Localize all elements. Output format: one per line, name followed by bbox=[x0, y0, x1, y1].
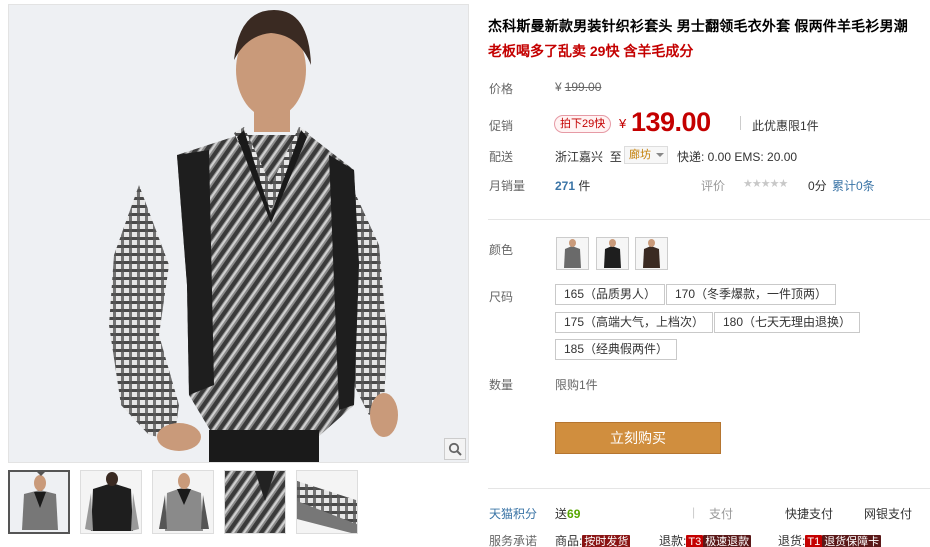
original-price-value: 199.00 bbox=[564, 80, 602, 94]
monthly-sales-label: 月销量 bbox=[489, 179, 526, 193]
tmall-points-label[interactable]: 天猫积分 bbox=[489, 505, 537, 522]
shipping-fee: 快递: 0.00 EMS: 20.00 bbox=[677, 150, 798, 164]
divider bbox=[740, 116, 741, 130]
size-option-170[interactable]: 170（冬季爆款，一件顶两） bbox=[666, 284, 837, 305]
divider bbox=[488, 488, 930, 489]
ship-to-select[interactable]: 廊坊 bbox=[624, 146, 668, 164]
points-prefix: 送 bbox=[555, 507, 568, 521]
product-subtitle: 老板喝多了乱卖 29快 含羊毛成分 bbox=[488, 43, 694, 59]
shipping-label: 配送 bbox=[489, 150, 514, 164]
service-ontime-shipping[interactable]: 商品: 按时发货 bbox=[555, 532, 631, 547]
promo-price: 139.00 bbox=[631, 107, 711, 137]
service-return-guarantee[interactable]: 退货: T1 退货保障卡 bbox=[778, 532, 882, 547]
color-option-grey[interactable] bbox=[556, 237, 589, 270]
currency-symbol: ¥ bbox=[555, 80, 562, 94]
product-title: 杰科斯曼新款男装针织衫套头 男士翻领毛衣外套 假两件羊毛衫男潮 bbox=[488, 18, 908, 34]
service-fast-refund[interactable]: 退款: T3 极速退款 bbox=[659, 532, 752, 547]
thumbnail-back-view[interactable] bbox=[80, 470, 142, 534]
thumbnail-fabric-detail[interactable] bbox=[224, 470, 286, 534]
magnifier-icon bbox=[448, 442, 462, 456]
tmall-points: 送69 bbox=[555, 505, 580, 522]
service-badge: 极速退款 bbox=[703, 535, 752, 547]
product-gallery bbox=[8, 4, 469, 544]
product-info: 杰科斯曼新款男装针织衫套头 男士翻领毛衣外套 假两件羊毛衫男潮 老板喝多了乱卖 … bbox=[488, 0, 930, 547]
color-option-black[interactable] bbox=[596, 237, 629, 270]
monthly-sales: 271 件 bbox=[555, 177, 590, 194]
rating-stars: ★★★★★ bbox=[743, 178, 788, 190]
rating-score: 0分 bbox=[808, 179, 827, 193]
price-label: 价格 bbox=[489, 82, 514, 96]
service-prefix: 退货: bbox=[778, 534, 806, 547]
ship-from: 浙江嘉兴 至 bbox=[555, 148, 622, 165]
rating-label: 评价 bbox=[701, 179, 726, 193]
size-option-175[interactable]: 175（高端大气，上档次） bbox=[555, 312, 714, 333]
promo-tag: 拍下29快 bbox=[554, 115, 612, 133]
ship-to-word: 至 bbox=[609, 150, 622, 164]
service-code: T3 bbox=[686, 535, 704, 547]
quick-pay: 快捷支付 bbox=[785, 507, 834, 521]
service-label: 服务承诺 bbox=[489, 534, 538, 547]
quantity-label: 数量 bbox=[489, 378, 514, 392]
zoom-button[interactable] bbox=[444, 438, 466, 460]
service-badge: 退货保障卡 bbox=[822, 535, 882, 547]
sales-count: 271 bbox=[555, 179, 576, 193]
review-count-link[interactable]: 累计0条 bbox=[832, 177, 875, 194]
size-option-165[interactable]: 165（品质男人） bbox=[555, 284, 666, 305]
service-prefix: 商品: bbox=[555, 534, 583, 547]
thumbnail-front-view[interactable] bbox=[8, 470, 70, 534]
service-prefix: 退款: bbox=[659, 534, 687, 547]
quantity-limit: 限购1件 bbox=[555, 378, 598, 392]
size-label: 尺码 bbox=[489, 290, 514, 304]
size-option-185[interactable]: 185（经典假两件） bbox=[555, 339, 678, 360]
original-price: ¥199.00 bbox=[555, 80, 601, 94]
divider: | bbox=[692, 505, 696, 519]
divider bbox=[488, 219, 930, 220]
color-option-brown[interactable] bbox=[635, 237, 668, 270]
ship-to-city: 廊坊 bbox=[629, 149, 651, 161]
size-option-180[interactable]: 180（七天无理由退换） bbox=[714, 312, 861, 333]
ship-from-city: 浙江嘉兴 bbox=[555, 150, 604, 164]
model-illustration bbox=[9, 5, 468, 462]
promo-limit: 此优惠限1件 bbox=[752, 119, 819, 133]
product-main-image[interactable] bbox=[8, 4, 469, 463]
service-code: T1 bbox=[805, 535, 823, 547]
payment-label: 支付 bbox=[709, 507, 734, 521]
color-label: 颜色 bbox=[489, 243, 514, 257]
service-badge: 按时发货 bbox=[582, 535, 631, 547]
thumbnail-strip bbox=[8, 470, 358, 534]
thumbnail-cuff-detail[interactable] bbox=[296, 470, 358, 534]
chevron-down-icon bbox=[656, 153, 664, 161]
promo-label: 促销 bbox=[489, 119, 514, 133]
sales-unit: 件 bbox=[578, 179, 591, 193]
thumbnail-side-view[interactable] bbox=[152, 470, 214, 534]
points-value: 69 bbox=[567, 507, 581, 521]
buy-now-button[interactable]: 立刻购买 bbox=[555, 422, 721, 454]
promo-currency: ¥ bbox=[619, 116, 627, 131]
bank-pay: 网银支付 bbox=[864, 507, 913, 521]
